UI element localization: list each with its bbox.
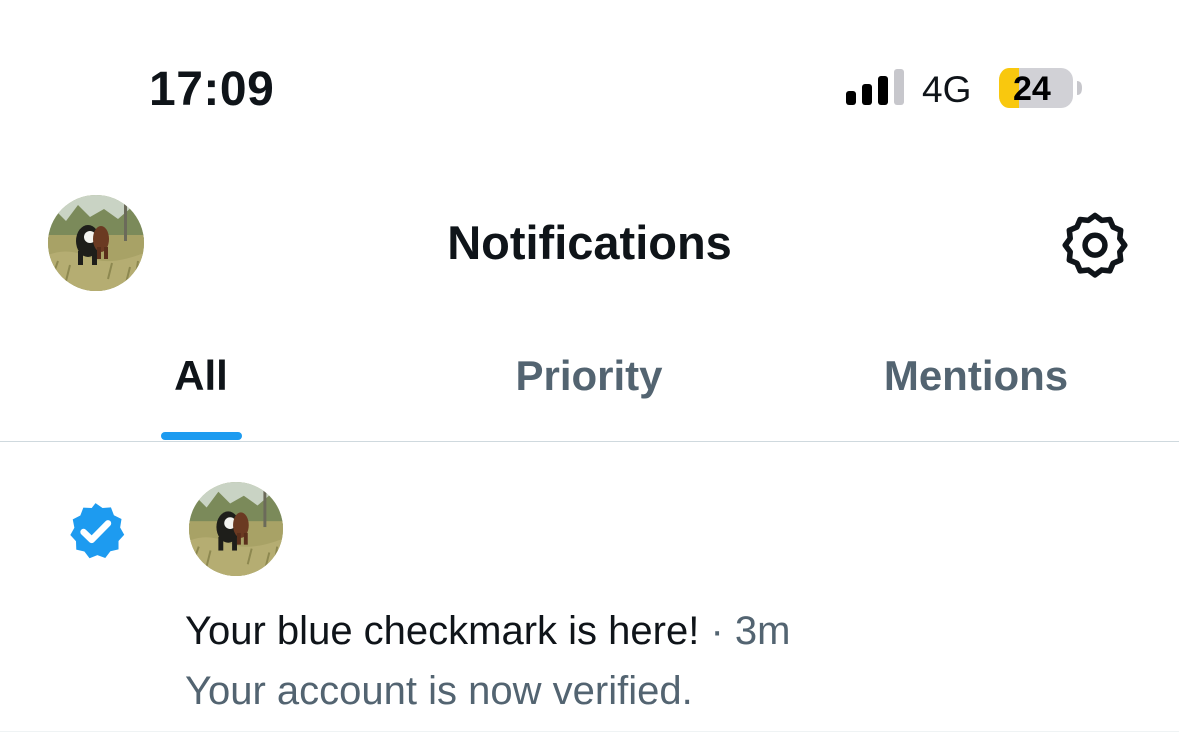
cellular-signal-icon: [846, 69, 904, 105]
notification-item[interactable]: Your blue checkmark is here! · 3m Your a…: [0, 442, 1179, 731]
battery-level: 24: [1013, 70, 1051, 108]
status-time: 17:09: [149, 63, 275, 116]
gear-icon[interactable]: [1060, 209, 1130, 279]
tab-all[interactable]: All: [120, 350, 282, 402]
active-tab-indicator: [161, 432, 242, 440]
notification-tabs: All Priority Mentions: [0, 330, 1179, 442]
verified-badge-icon: [70, 503, 125, 559]
status-bar: 17:09 4G 24: [0, 0, 1179, 150]
notification-time: 3m: [734, 609, 791, 653]
notification-title-line: Your blue checkmark is here! · 3m: [185, 606, 791, 656]
notification-divider: [0, 731, 1179, 732]
network-type: 4G: [922, 69, 972, 110]
tab-mentions[interactable]: Mentions: [845, 350, 1107, 402]
notification-title: Your blue checkmark is here!: [185, 609, 700, 653]
notification-subtitle: Your account is now verified.: [185, 669, 693, 713]
tab-priority[interactable]: Priority: [448, 350, 730, 402]
notification-separator: ·: [710, 609, 724, 653]
notification-avatar[interactable]: [189, 482, 283, 576]
page-title: Notifications: [447, 216, 732, 269]
